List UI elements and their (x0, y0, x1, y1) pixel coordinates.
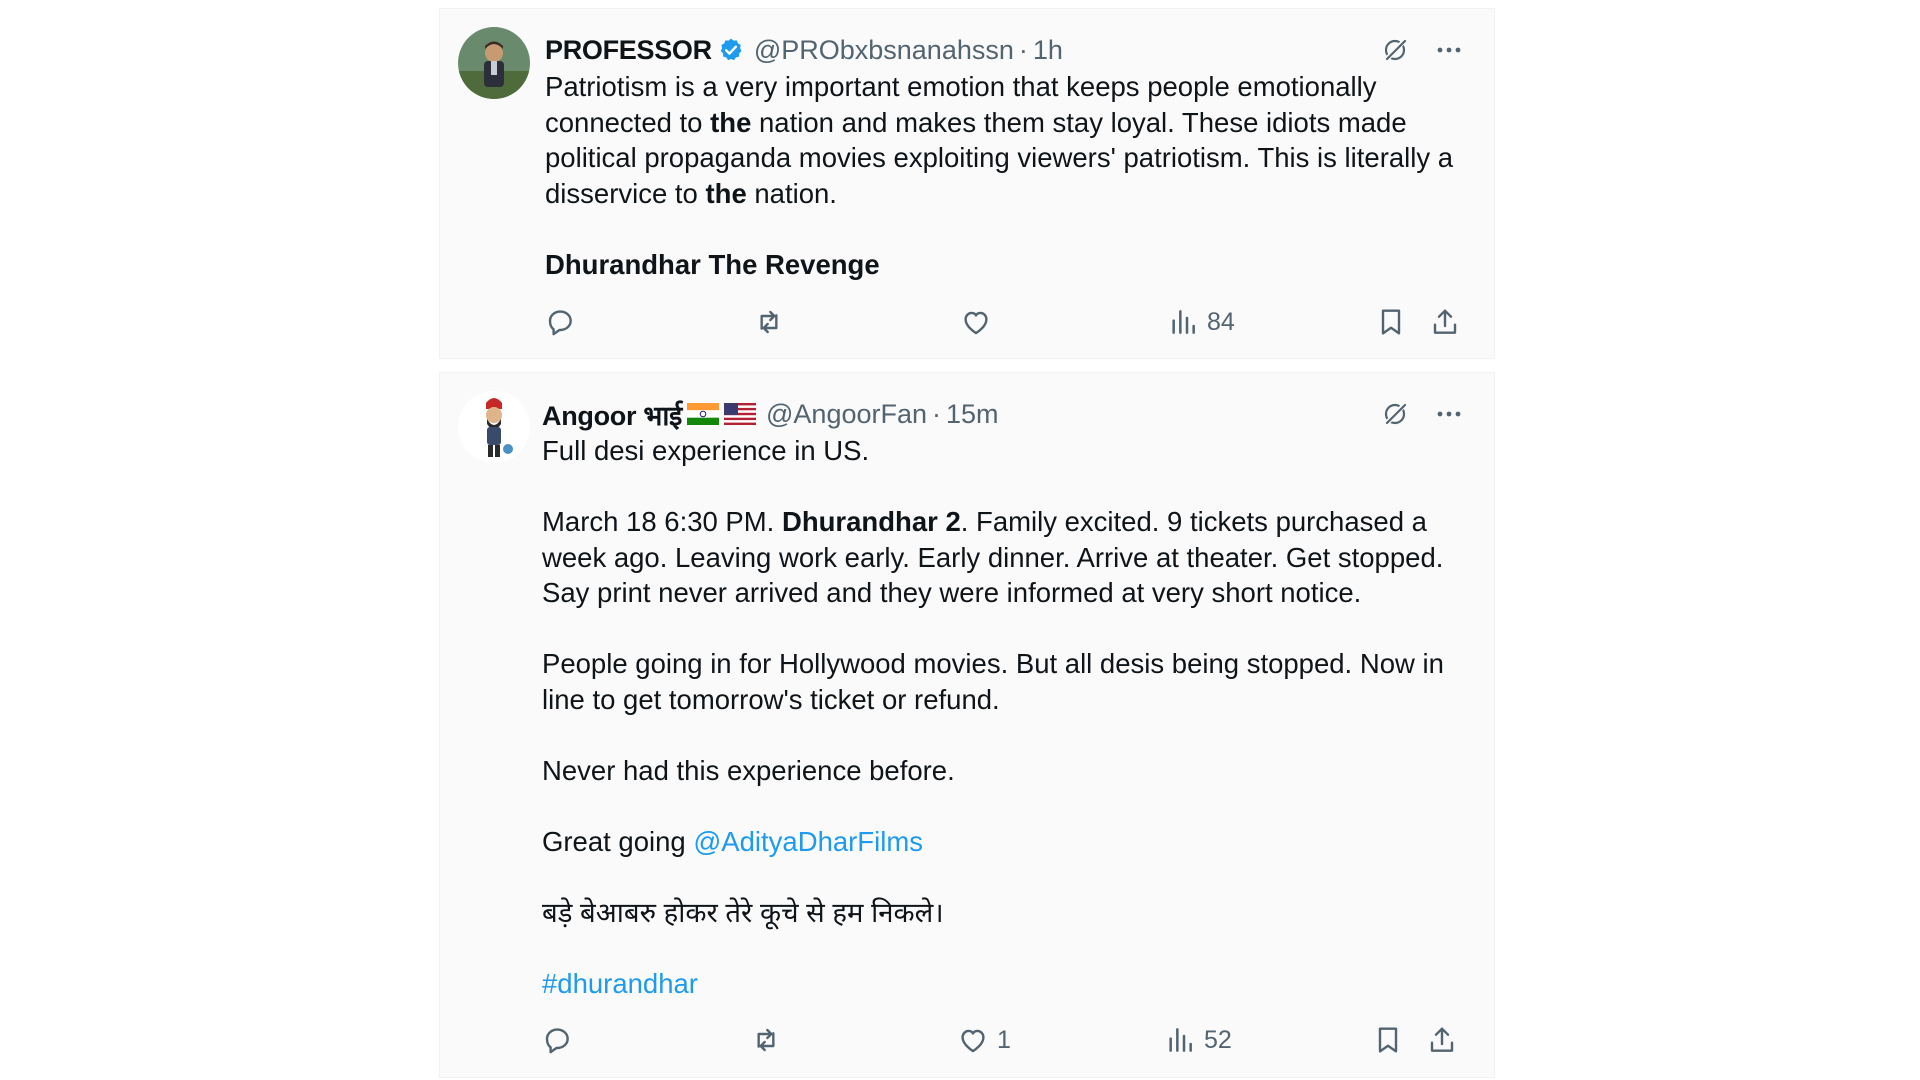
retweet-button[interactable] (753, 306, 785, 338)
tweet-card[interactable]: Angoor भाई @AngoorFan · 15m Full desi ex… (439, 372, 1495, 1078)
author-handle[interactable]: @AngoorFan (766, 399, 927, 430)
tweet-paragraph: Full desi experience in US. (542, 433, 1464, 469)
bookmark-icon (1372, 1024, 1404, 1056)
author-name[interactable]: Angoor भाई (542, 396, 682, 433)
tweet-text: Full desi experience in US. March 18 6:30… (542, 433, 1464, 1001)
text-run: Full desi experience in US. (542, 435, 870, 466)
tweet-text: Patriotism is a very important emotion t… (545, 69, 1464, 282)
text-run: March 18 6:30 PM. (542, 506, 782, 537)
text-run: People going in for Hollywood movies. Bu… (542, 648, 1444, 715)
reply-icon (541, 1024, 573, 1056)
more-icon[interactable] (1434, 399, 1464, 429)
separator-dot: · (932, 398, 942, 429)
avatar[interactable] (458, 391, 530, 463)
avatar[interactable] (458, 27, 530, 99)
retweet-icon (753, 306, 785, 338)
bold-text: the (710, 106, 752, 138)
grok-icon[interactable] (1380, 35, 1410, 65)
action-bar: 84 (440, 306, 1494, 342)
bookmark-button[interactable] (1372, 1024, 1404, 1056)
verified-badge-icon (718, 37, 744, 63)
view-count: 84 (1207, 307, 1235, 336)
author-name[interactable]: PROFESSOR (545, 35, 712, 66)
tweet-paragraph: People going in for Hollywood movies. Bu… (542, 646, 1464, 717)
tweet-paragraph: #dhurandhar (542, 966, 1464, 1002)
bold-text: Dhurandhar 2 (781, 506, 961, 537)
views-icon (1167, 306, 1199, 338)
us-flag-icon (724, 403, 757, 425)
author-handle[interactable]: @PRObxbsnanahssn (754, 35, 1014, 66)
share-button[interactable] (1426, 1024, 1458, 1056)
text-run: Never had this experience before. (542, 754, 955, 786)
tweet-paragraph: March 18 6:30 PM. Dhurandhar 2. Family e… (542, 504, 1464, 611)
timestamp[interactable]: 1h (1033, 35, 1063, 66)
timestamp[interactable]: 15m (946, 399, 999, 430)
mention-link[interactable]: @AdityaDharFilms (693, 826, 923, 857)
tweet-paragraph: Never had this experience before. (542, 753, 1464, 789)
reply-button[interactable] (541, 1024, 573, 1056)
tweet-card[interactable]: PROFESSOR @PRObxbsnanahssn · 1h Patrioti… (439, 8, 1495, 359)
reply-button[interactable] (544, 306, 576, 338)
like-button[interactable]: 1 (957, 1024, 1011, 1056)
view-count: 52 (1204, 1025, 1232, 1054)
like-count: 1 (997, 1025, 1011, 1054)
india-flag-icon (687, 403, 720, 425)
views-icon (1164, 1024, 1196, 1056)
retweet-button[interactable] (750, 1024, 782, 1056)
tweet-paragraph: Dhurandhar The Revenge (545, 247, 1464, 283)
bold-text: the (705, 177, 747, 209)
views-button[interactable]: 84 (1167, 306, 1235, 338)
grok-icon[interactable] (1380, 399, 1410, 429)
tweet-paragraph: Patriotism is a very important emotion t… (545, 69, 1464, 211)
text-run: nation. (746, 177, 837, 209)
text-run: Great going (542, 825, 694, 857)
bookmark-icon (1375, 306, 1407, 338)
retweet-icon (750, 1024, 782, 1056)
tweet-paragraph: Great going @AdityaDharFilms (542, 824, 1464, 860)
views-button[interactable]: 52 (1164, 1024, 1232, 1056)
share-icon (1426, 1024, 1458, 1056)
tweet-paragraph: बड़े बेआबरु होकर तेरे कूचे से हम निकले। (542, 895, 1464, 931)
bold-text: Dhurandhar The Revenge (545, 248, 880, 280)
heart-icon (957, 1024, 989, 1056)
more-icon[interactable] (1434, 35, 1464, 65)
heart-icon (960, 306, 992, 338)
text-run: बड़े बेआबरु होकर तेरे कूचे से हम निकले। (542, 896, 944, 928)
bookmark-button[interactable] (1375, 306, 1407, 338)
like-button[interactable] (960, 306, 1000, 338)
share-icon (1429, 306, 1461, 338)
share-button[interactable] (1429, 306, 1461, 338)
action-bar: 1 52 (440, 1024, 1494, 1060)
separator-dot: · (1018, 34, 1028, 65)
reply-icon (544, 306, 576, 338)
hashtag-link[interactable]: #dhurandhar (542, 968, 698, 999)
